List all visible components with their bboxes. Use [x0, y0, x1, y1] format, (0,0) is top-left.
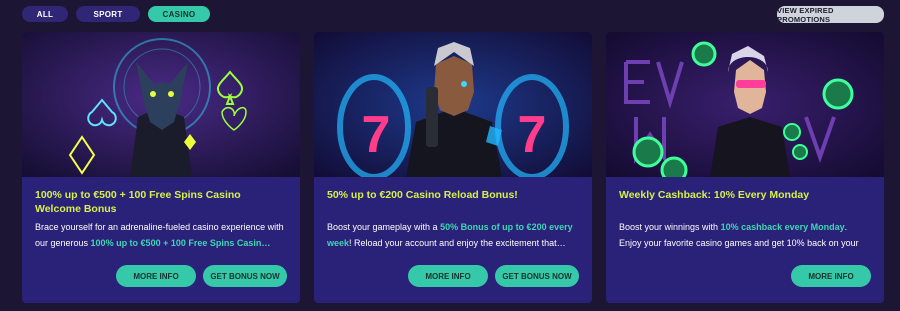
promotion-actions: MORE INFO GET BONUS NOW — [408, 265, 579, 287]
filter-casino[interactable]: CASINO — [148, 6, 210, 22]
get-bonus-button[interactable]: GET BONUS NOW — [203, 265, 287, 287]
promotion-title: Weekly Cashback: 10% Every Monday — [619, 189, 810, 201]
promotion-card: 7 7 50% up to €200 Casino Reload Bonus! … — [314, 32, 592, 303]
promotion-actions: MORE INFO — [791, 265, 871, 287]
view-expired-promotions-button[interactable]: VIEW EXPIRED PROMOTIONS — [777, 6, 884, 24]
promotion-card: Weekly Cashback: 10% Every Monday Boost … — [606, 32, 884, 303]
promotion-title: 50% up to €200 Casino Reload Bonus! — [327, 189, 518, 201]
promotion-description: Boost your gameplay with a 50% Bonus of … — [327, 222, 573, 248]
filter-all[interactable]: ALL — [22, 6, 68, 22]
more-info-button[interactable]: MORE INFO — [116, 265, 196, 287]
wolf-casino-image — [22, 32, 300, 177]
svg-text:7: 7 — [518, 106, 547, 164]
promotion-actions: MORE INFO GET BONUS NOW — [116, 265, 287, 287]
promotion-card: 100% up to €500 + 100 Free Spins Casino … — [22, 32, 300, 303]
get-bonus-button[interactable]: GET BONUS NOW — [495, 265, 579, 287]
promotion-description: Boost your winnings with 10% cashback ev… — [619, 222, 859, 248]
more-info-button[interactable]: MORE INFO — [408, 265, 488, 287]
svg-text:7: 7 — [362, 106, 391, 164]
every-monday-image — [606, 32, 884, 177]
filter-sport[interactable]: SPORT — [76, 6, 140, 22]
promotion-title: 100% up to €500 + 100 Free Spins Casino … — [35, 189, 241, 215]
promotion-cards: 100% up to €500 + 100 Free Spins Casino … — [22, 32, 884, 303]
cyborg-sevens-image: 7 7 — [314, 32, 592, 177]
promotion-description: Brace yourself for an adrenaline-fueled … — [35, 222, 284, 248]
promotion-filters: ALL SPORT CASINO — [22, 6, 210, 22]
more-info-button[interactable]: MORE INFO — [791, 265, 871, 287]
